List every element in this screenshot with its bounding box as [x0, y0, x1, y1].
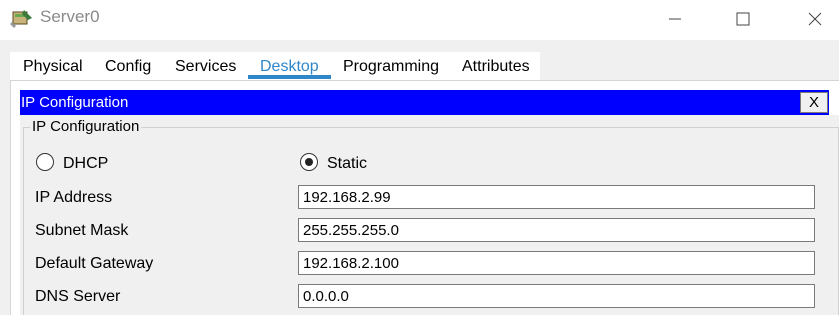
default-gateway-label: Default Gateway [35, 255, 154, 272]
subnet-mask-label: Subnet Mask [35, 222, 129, 239]
tab-attributes[interactable]: Attributes [462, 58, 530, 76]
tab-programming[interactable]: Programming [343, 58, 439, 76]
dhcp-radio[interactable] [36, 153, 54, 171]
ip-config-group-label: IP Configuration [30, 118, 142, 135]
minimize-icon [669, 18, 681, 20]
minimize-button[interactable] [652, 0, 698, 38]
close-icon [808, 12, 822, 26]
tab-desktop[interactable]: Desktop [260, 58, 319, 76]
static-label: Static [327, 155, 368, 172]
close-window-button[interactable] [792, 0, 838, 38]
ip-address-label: IP Address [35, 189, 113, 206]
tab-services[interactable]: Services [175, 58, 236, 76]
server-app-icon [10, 10, 32, 28]
ip-address-input[interactable]: 192.168.2.99 [298, 185, 815, 209]
maximize-button[interactable] [720, 0, 766, 38]
tab-physical[interactable]: Physical [23, 58, 83, 76]
static-radio[interactable] [300, 153, 318, 171]
ip-config-header: IP Configuration [20, 90, 829, 115]
window-title: Server0 [40, 7, 100, 26]
static-radio-selected-dot [305, 158, 313, 166]
active-tab-indicator [248, 75, 331, 79]
maximize-icon [736, 12, 750, 26]
title-bar: Server0 [0, 0, 839, 40]
dns-server-label: DNS Server [35, 288, 121, 305]
dns-server-input[interactable]: 0.0.0.0 [298, 284, 815, 308]
tab-config[interactable]: Config [105, 58, 151, 76]
ip-config-header-title: IP Configuration [21, 94, 129, 111]
default-gateway-input[interactable]: 192.168.2.100 [298, 251, 815, 275]
server-window: Server0 Physical Config Services Desktop… [0, 0, 839, 315]
ip-config-close-button[interactable]: X [800, 92, 828, 113]
dhcp-label: DHCP [63, 155, 109, 172]
subnet-mask-input[interactable]: 255.255.255.0 [298, 218, 815, 242]
